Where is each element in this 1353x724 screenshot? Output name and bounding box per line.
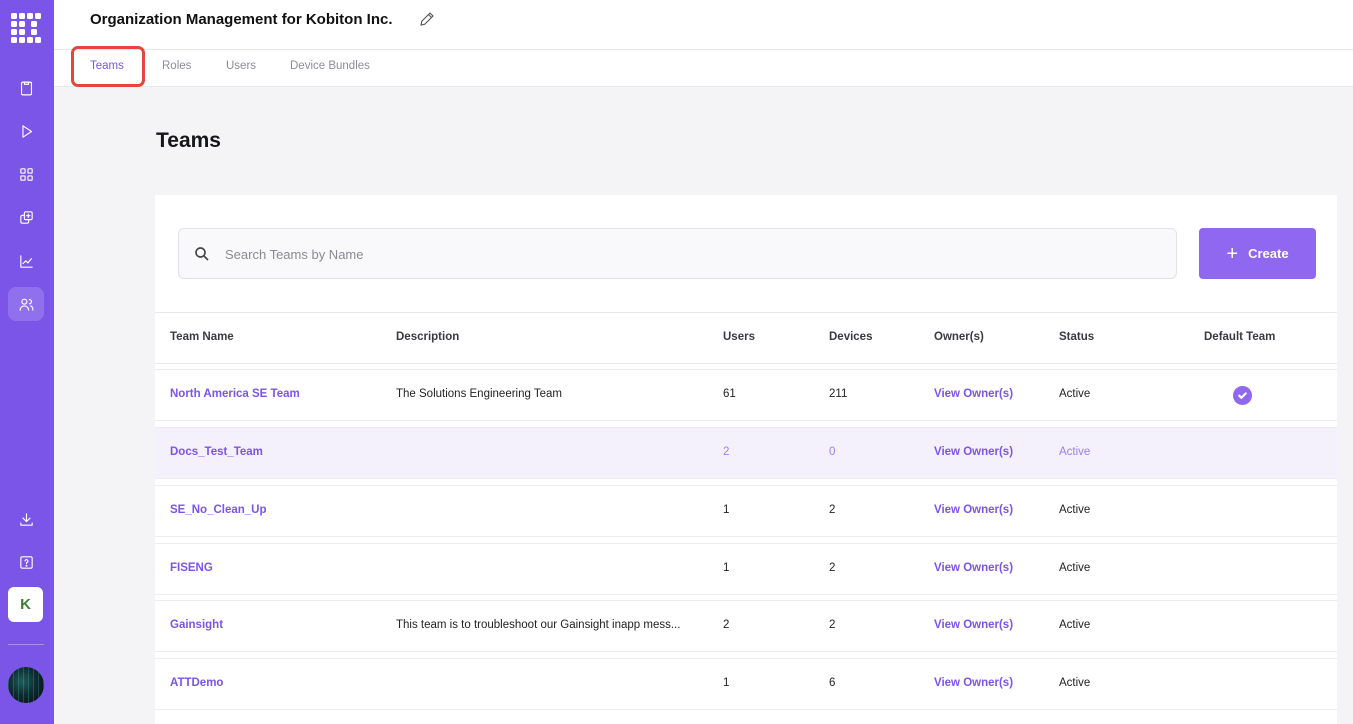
chart-icon[interactable] bbox=[8, 244, 44, 278]
view-owners-link[interactable]: View Owner(s) bbox=[934, 677, 1013, 689]
team-name-link[interactable]: ATTDemo bbox=[170, 677, 223, 689]
logo-icon[interactable] bbox=[10, 12, 42, 44]
create-button-label: Create bbox=[1248, 246, 1289, 261]
team-users-count: 61 bbox=[723, 388, 736, 400]
plus-icon: + bbox=[1226, 242, 1239, 265]
team-users-count: 2 bbox=[723, 619, 730, 631]
team-status: Active bbox=[1059, 562, 1091, 574]
column-header-team-name[interactable]: Team Name bbox=[170, 331, 234, 343]
team-devices-count: 6 bbox=[829, 677, 836, 689]
download-icon[interactable] bbox=[8, 502, 44, 536]
play-icon[interactable] bbox=[8, 114, 44, 148]
view-owners-link[interactable]: View Owner(s) bbox=[934, 619, 1013, 631]
view-owners-link[interactable]: View Owner(s) bbox=[934, 446, 1013, 458]
column-header-owners[interactable]: Owner(s) bbox=[934, 331, 984, 343]
table-row[interactable]: Docs_Test_Team 2 0 View Owner(s) Active bbox=[155, 427, 1337, 479]
search-input[interactable] bbox=[225, 241, 1125, 267]
page-header-title: Organization Management for Kobiton Inc. bbox=[90, 11, 393, 28]
tab-device-bundles[interactable]: Device Bundles bbox=[290, 50, 370, 86]
view-owners-link[interactable]: View Owner(s) bbox=[934, 388, 1013, 400]
search-box[interactable] bbox=[178, 228, 1177, 279]
table-row[interactable]: North America SE Team The Solutions Engi… bbox=[155, 369, 1337, 421]
avatar[interactable] bbox=[8, 667, 44, 703]
team-devices-count: 2 bbox=[829, 562, 836, 574]
column-header-default-team[interactable]: Default Team bbox=[1204, 331, 1275, 343]
table-row[interactable]: SE_No_Clean_Up 1 2 View Owner(s) Active bbox=[155, 485, 1337, 537]
org-badge[interactable]: K bbox=[8, 587, 43, 622]
team-name-link[interactable]: Gainsight bbox=[170, 619, 223, 631]
table-row[interactable]: FISENG 1 2 View Owner(s) Active bbox=[155, 543, 1337, 595]
team-status: Active bbox=[1059, 446, 1091, 458]
search-icon bbox=[193, 245, 211, 263]
tab-users[interactable]: Users bbox=[226, 50, 256, 86]
top-bar: Organization Management for Kobiton Inc. bbox=[54, 0, 1353, 50]
team-users-count: 1 bbox=[723, 562, 730, 574]
table-header: Team Name Description Users Devices Owne… bbox=[155, 312, 1337, 364]
sidebar-divider bbox=[8, 644, 44, 645]
team-devices-count: 2 bbox=[829, 619, 836, 631]
team-status: Active bbox=[1059, 677, 1091, 689]
team-status: Active bbox=[1059, 388, 1091, 400]
team-name-link[interactable]: SE_No_Clean_Up bbox=[170, 504, 267, 516]
team-description: This team is to troubleshoot our Gainsig… bbox=[396, 619, 681, 631]
tabs-bar: Teams Roles Users Device Bundles bbox=[54, 46, 1353, 87]
column-header-description[interactable]: Description bbox=[396, 331, 459, 343]
table-row[interactable]: Gainsight This team is to troubleshoot o… bbox=[155, 600, 1337, 652]
team-devices-count: 211 bbox=[829, 388, 848, 400]
org-badge-letter: K bbox=[20, 596, 31, 613]
team-users-count: 1 bbox=[723, 677, 730, 689]
table-row[interactable]: ATTDemo 1 6 View Owner(s) Active bbox=[155, 658, 1337, 710]
grid-icon[interactable] bbox=[8, 157, 44, 191]
column-header-status[interactable]: Status bbox=[1059, 331, 1094, 343]
team-status: Active bbox=[1059, 504, 1091, 516]
team-name-link[interactable]: FISENG bbox=[170, 562, 213, 574]
team-users-count: 2 bbox=[723, 446, 730, 458]
create-button[interactable]: + Create bbox=[1199, 228, 1316, 279]
users-icon[interactable] bbox=[8, 287, 44, 321]
page-title: Teams bbox=[156, 129, 221, 152]
view-owners-link[interactable]: View Owner(s) bbox=[934, 504, 1013, 516]
sidebar: K bbox=[0, 0, 54, 724]
column-header-devices[interactable]: Devices bbox=[829, 331, 872, 343]
team-description: The Solutions Engineering Team bbox=[396, 388, 563, 400]
copy-icon[interactable] bbox=[8, 200, 44, 234]
team-devices-count: 0 bbox=[829, 446, 836, 458]
team-name-link[interactable]: Docs_Test_Team bbox=[170, 446, 263, 458]
tab-teams[interactable]: Teams bbox=[90, 50, 124, 86]
teams-panel: + Create Team Name Description Users Dev… bbox=[155, 195, 1337, 724]
tab-roles[interactable]: Roles bbox=[162, 50, 191, 86]
column-header-users[interactable]: Users bbox=[723, 331, 755, 343]
team-name-link[interactable]: North America SE Team bbox=[170, 388, 300, 400]
view-owners-link[interactable]: View Owner(s) bbox=[934, 562, 1013, 574]
help-icon[interactable] bbox=[8, 545, 44, 579]
team-status: Active bbox=[1059, 619, 1091, 631]
clipboard-icon[interactable] bbox=[8, 71, 44, 105]
team-devices-count: 2 bbox=[829, 504, 836, 516]
default-team-check-icon bbox=[1233, 386, 1252, 405]
pencil-icon[interactable] bbox=[418, 10, 438, 30]
team-users-count: 1 bbox=[723, 504, 730, 516]
